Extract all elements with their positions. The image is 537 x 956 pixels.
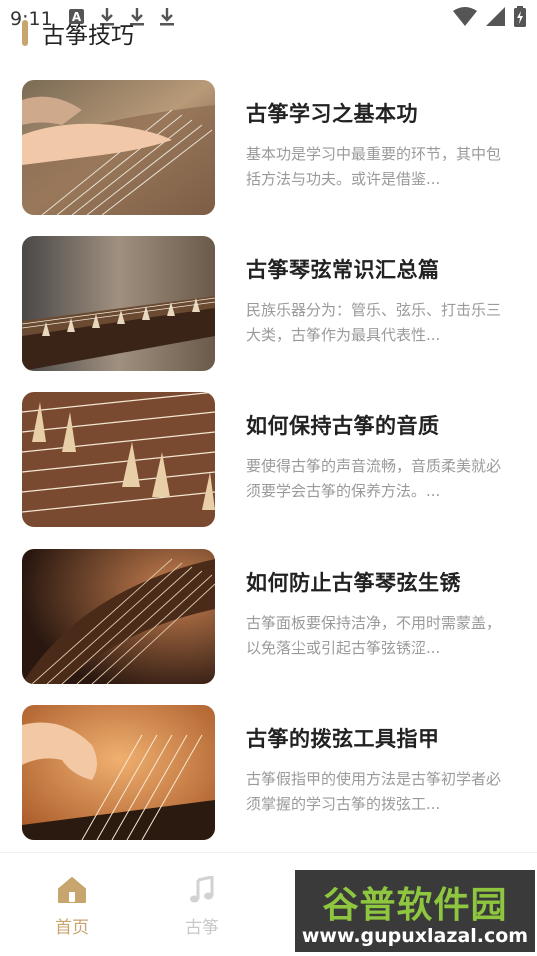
article-card[interactable]: 如何防止古筝琴弦生锈 古筝面板要保持洁净，不用时需蒙盖，以免落尘或引起古筝弦锈涩… [22,549,515,684]
download-icon [160,8,174,26]
nav-tab-home-label: 首页 [55,918,89,938]
article-card[interactable]: 古筝的拨弦工具指甲 古筝假指甲的使用方法是古筝初学者必须掌握的学习古筝的拨弦工.… [22,705,515,840]
article-title: 如何保持古筝的音质 [246,414,440,438]
page-header: 古筝技巧 [22,16,134,50]
header-accent-bar [22,20,28,46]
article-title: 古筝的拨弦工具指甲 [246,727,440,751]
article-thumbnail [22,392,215,527]
article-card[interactable]: 古筝学习之基本功 基本功是学习中最重要的环节，其中包括方法与功夫。或许是借鉴..… [22,80,515,215]
watermark-overlay: 谷普软件园 www.gupuxlazal.com [295,870,535,952]
article-thumbnail [22,80,215,215]
nav-tab-guzheng[interactable]: 古筝 [162,875,242,938]
article-title: 古筝学习之基本功 [246,102,418,126]
article-description: 要使得古筝的声音流畅，音质柔美就必须要学会古筝的保养方法。... [246,457,502,500]
battery-charging-icon [514,6,526,27]
article-card[interactable]: 古筝琴弦常识汇总篇 民族乐器分为：管乐、弦乐、打击乐三大类，古筝作为最具代表性.… [22,236,515,371]
nav-tab-guzheng-label: 古筝 [185,918,219,938]
article-description: 古筝面板要保持洁净，不用时需蒙盖，以免落尘或引起古筝弦锈涩... [246,614,502,657]
article-title: 如何防止古筝琴弦生锈 [246,571,461,595]
nav-tab-home[interactable]: 首页 [32,875,112,938]
watermark-title: 谷普软件园 [322,885,508,926]
article-thumbnail [22,705,215,840]
article-description: 民族乐器分为：管乐、弦乐、打击乐三大类，古筝作为最具代表性... [246,301,502,344]
wifi-icon [453,7,477,26]
watermark-url: www.gupuxlazal.com [301,925,529,947]
status-system-icons [453,6,527,28]
article-thumbnail [22,236,215,371]
page-title: 古筝技巧 [42,23,134,49]
music-note-icon [162,875,242,905]
article-thumbnail [22,549,215,684]
home-icon [32,875,112,905]
article-description: 古筝假指甲的使用方法是古筝初学者必须掌握的学习古筝的拨弦工... [246,770,502,813]
signal-icon [486,7,505,26]
article-title: 古筝琴弦常识汇总篇 [246,258,440,282]
article-card[interactable]: 如何保持古筝的音质 要使得古筝的声音流畅，音质柔美就必须要学会古筝的保养方法。.… [22,392,515,527]
article-description: 基本功是学习中最重要的环节，其中包括方法与功夫。或许是借鉴... [246,145,502,188]
